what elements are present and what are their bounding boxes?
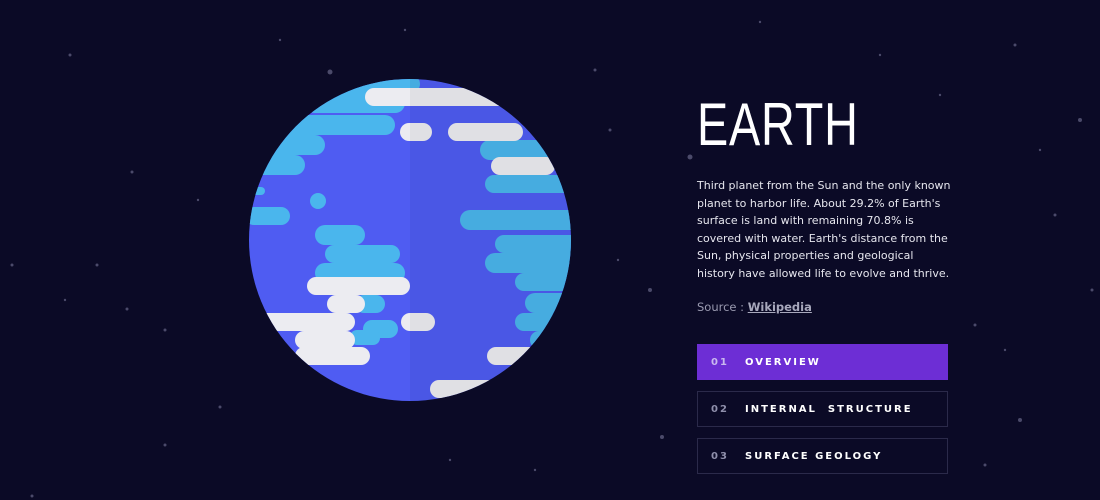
tab-label: SURFACE GEOLOGY xyxy=(745,450,883,462)
source-prefix: Source : xyxy=(697,299,748,314)
earth-planet-illustration xyxy=(249,79,571,401)
planet-view-tabs: 01 OVERVIEW 02 INTERNAL STRUCTURE 03 SUR… xyxy=(697,344,948,485)
tab-internal-structure[interactable]: 02 INTERNAL STRUCTURE xyxy=(697,391,948,427)
tab-number: 03 xyxy=(711,450,729,462)
planet-description: Third planet from the Sun and the only k… xyxy=(697,179,951,280)
tab-overview[interactable]: 01 OVERVIEW xyxy=(697,344,948,380)
wikipedia-link[interactable]: Wikipedia xyxy=(748,300,812,314)
tab-label: OVERVIEW xyxy=(745,356,821,368)
planet-info: EARTH Third planet from the Sun and the … xyxy=(697,90,952,314)
tab-number: 01 xyxy=(711,356,729,368)
tab-label: INTERNAL STRUCTURE xyxy=(745,403,913,415)
tab-surface-geology[interactable]: 03 SURFACE GEOLOGY xyxy=(697,438,948,474)
planet-title: EARTH xyxy=(697,91,859,158)
tab-number: 02 xyxy=(711,403,729,415)
source-line: Source : Wikipedia xyxy=(697,300,952,314)
